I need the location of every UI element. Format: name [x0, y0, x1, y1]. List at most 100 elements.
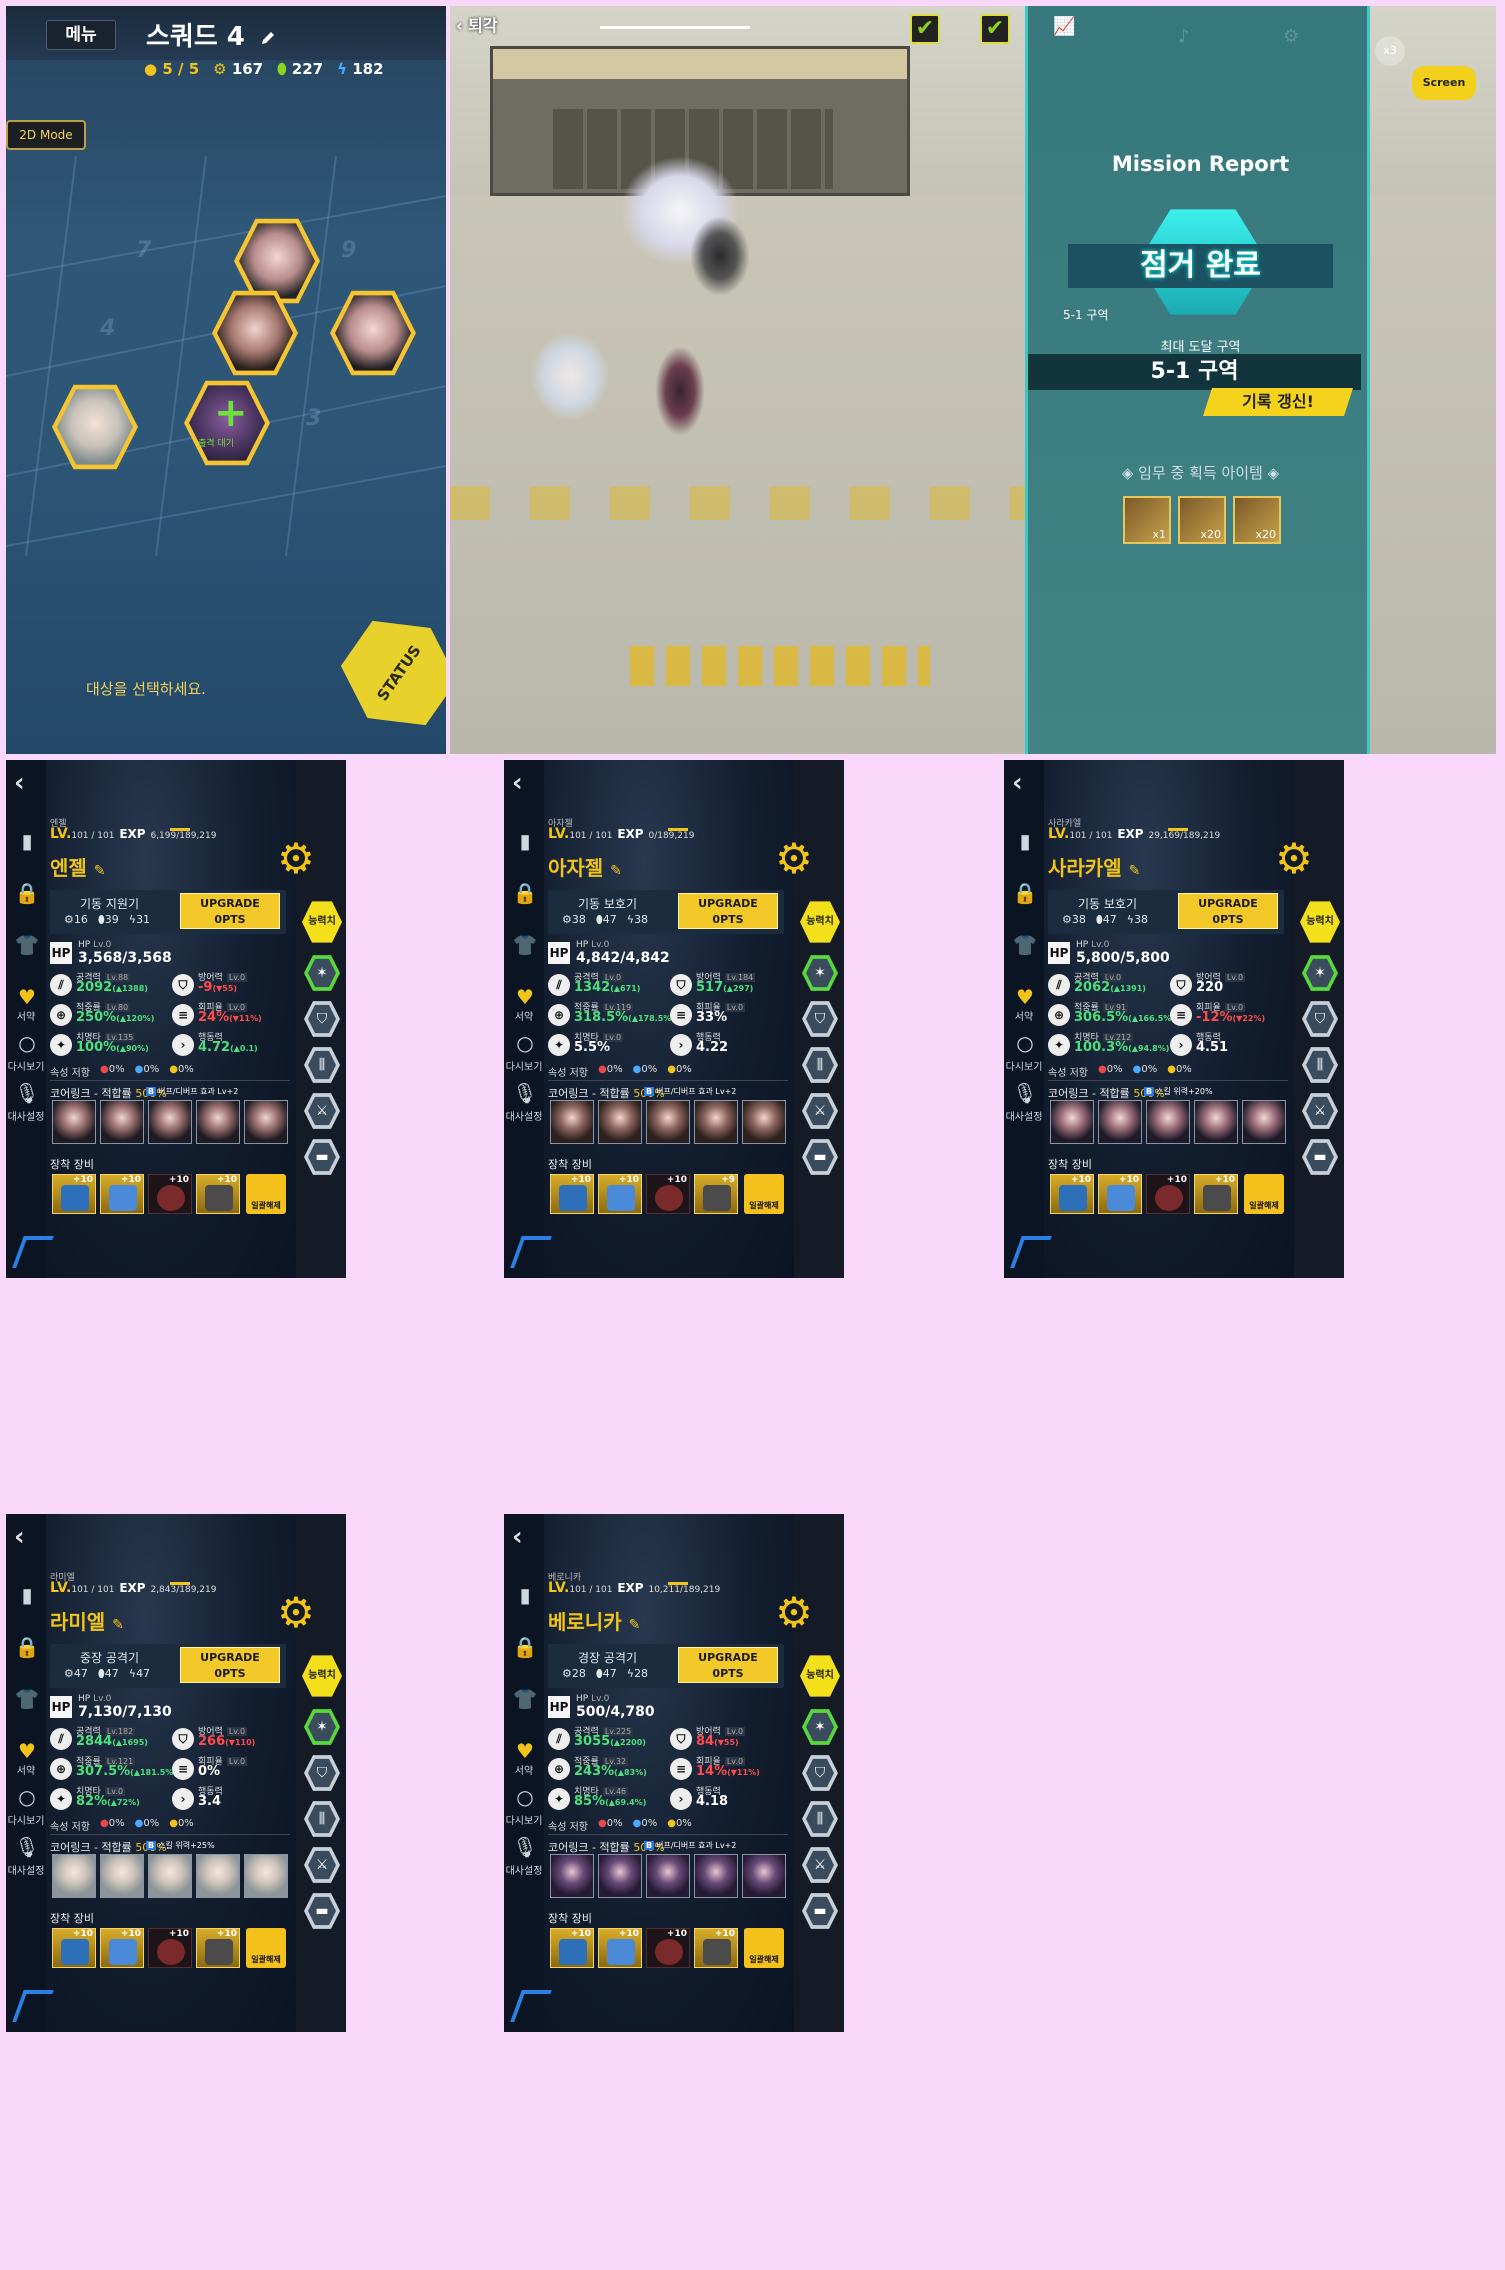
ring-icon[interactable]: ○ — [510, 1028, 540, 1058]
outfit-icon[interactable]: 👕 — [1010, 930, 1040, 960]
equipment-slot[interactable]: +10 — [1098, 1174, 1142, 1214]
outfit-icon[interactable]: 👕 — [12, 930, 42, 960]
lock-icon[interactable]: 🔒 — [12, 1632, 42, 1662]
equipment-slot[interactable]: +10 — [550, 1928, 594, 1968]
ally-unit[interactable] — [530, 331, 610, 421]
ring-icon[interactable]: ○ — [12, 1782, 42, 1812]
equipment-slot[interactable]: +10 — [598, 1174, 642, 1214]
loot-item[interactable]: x20 — [1178, 496, 1226, 544]
lock-icon[interactable]: 🔒 — [1010, 878, 1040, 908]
back-button[interactable]: ‹ — [512, 1522, 523, 1552]
ring-icon[interactable]: ○ — [510, 1782, 540, 1812]
corelink-portrait[interactable] — [694, 1100, 738, 1144]
corelink-portrait[interactable] — [148, 1854, 192, 1898]
speed-icon[interactable]: x3 — [1375, 36, 1405, 66]
corelink-portrait[interactable] — [742, 1854, 786, 1898]
equipment-slot[interactable]: +10 — [148, 1174, 192, 1214]
corelink-portrait[interactable] — [100, 1854, 144, 1898]
equipment-slot[interactable]: +10 — [196, 1174, 240, 1214]
edit-pencil-icon[interactable]: ✎ — [629, 1617, 641, 1633]
equipment-slot[interactable]: +10 — [52, 1174, 96, 1214]
ring-icon[interactable]: ○ — [12, 1028, 42, 1058]
equipment-slot[interactable]: +10 — [52, 1928, 96, 1968]
outfit-icon[interactable]: 👕 — [510, 1684, 540, 1714]
book-icon[interactable]: ▮ — [510, 826, 540, 856]
unequip-all-button[interactable]: 일괄해제 — [246, 1174, 286, 1214]
corelink-portrait[interactable] — [1050, 1100, 1094, 1144]
mic-icon[interactable]: 🎙 — [510, 1078, 540, 1108]
status-button[interactable]: STATUS — [322, 596, 446, 749]
character-name[interactable]: 라미엘 ✎ — [50, 1606, 124, 1635]
upgrade-button[interactable]: UPGRADE 0PTS — [180, 1647, 280, 1683]
upgrade-button[interactable]: UPGRADE 0PTS — [1178, 893, 1278, 929]
equipment-slot[interactable]: +10 — [196, 1928, 240, 1968]
book-icon[interactable]: ▮ — [12, 826, 42, 856]
lock-icon[interactable]: 🔒 — [510, 1632, 540, 1662]
unequip-all-button[interactable]: 일괄해제 — [744, 1174, 784, 1214]
equipment-slot[interactable]: +10 — [1146, 1174, 1190, 1214]
corelink-portrait[interactable] — [244, 1100, 288, 1144]
corelink-portrait[interactable] — [550, 1100, 594, 1144]
corelink-portrait[interactable] — [742, 1100, 786, 1144]
screen-button[interactable]: Screen — [1412, 66, 1476, 100]
squad-title[interactable]: 스쿼드 4 — [146, 16, 276, 53]
edit-pencil-icon[interactable]: ✎ — [112, 1617, 124, 1633]
upgrade-button[interactable]: UPGRADE 0PTS — [678, 893, 778, 929]
loot-item[interactable]: x1 — [1123, 496, 1171, 544]
corelink-portrait[interactable] — [1098, 1100, 1142, 1144]
menu-button[interactable]: 메뉴 — [46, 20, 116, 50]
unequip-all-button[interactable]: 일괄해제 — [1244, 1174, 1284, 1214]
book-icon[interactable]: ▮ — [510, 1580, 540, 1610]
outfit-icon[interactable]: 👕 — [510, 930, 540, 960]
outfit-icon[interactable]: 👕 — [12, 1684, 42, 1714]
equipment-slot[interactable]: +10 — [148, 1928, 192, 1968]
equipment-slot[interactable]: +10 — [1194, 1174, 1238, 1214]
unequip-all-button[interactable]: 일괄해제 — [246, 1928, 286, 1968]
equipment-slot[interactable]: +10 — [100, 1928, 144, 1968]
equipment-slot[interactable]: +10 — [646, 1174, 690, 1214]
equipment-slot[interactable]: +10 — [550, 1174, 594, 1214]
loot-item[interactable]: x20 — [1233, 496, 1281, 544]
corelink-portrait[interactable] — [694, 1854, 738, 1898]
ring-icon[interactable]: ○ — [1010, 1028, 1040, 1058]
equipment-slot[interactable]: +10 — [100, 1174, 144, 1214]
dark-winged-unit[interactable] — [690, 216, 750, 296]
edit-pencil-icon[interactable]: ✎ — [94, 863, 106, 879]
corelink-portrait[interactable] — [1194, 1100, 1238, 1144]
edit-pencil-icon[interactable] — [260, 30, 276, 46]
character-name[interactable]: 사라카엘 ✎ — [1048, 852, 1140, 881]
retreat-button[interactable]: ‹ 퇴각 — [456, 12, 498, 36]
character-name[interactable]: 베로니카 ✎ — [548, 1606, 640, 1635]
corelink-portrait[interactable] — [100, 1100, 144, 1144]
upgrade-button[interactable]: UPGRADE 0PTS — [678, 1647, 778, 1683]
speed-toggle-checkbox[interactable]: ✔ — [980, 14, 1010, 44]
book-icon[interactable]: ▮ — [1010, 826, 1040, 856]
corelink-portrait[interactable] — [1242, 1100, 1286, 1144]
corelink-portrait[interactable] — [598, 1100, 642, 1144]
book-icon[interactable]: ▮ — [12, 1580, 42, 1610]
equipment-slot[interactable]: +10 — [694, 1928, 738, 1968]
upgrade-button[interactable]: UPGRADE 0PTS — [180, 893, 280, 929]
equipment-slot[interactable]: +9 — [694, 1174, 738, 1214]
corelink-portrait[interactable] — [646, 1100, 690, 1144]
corelink-portrait[interactable] — [1146, 1100, 1190, 1144]
lock-icon[interactable]: 🔒 — [510, 878, 540, 908]
back-button[interactable]: ‹ — [512, 768, 523, 798]
corelink-portrait[interactable] — [148, 1100, 192, 1144]
back-button[interactable]: ‹ — [14, 768, 25, 798]
edit-pencil-icon[interactable]: ✎ — [610, 863, 622, 879]
corelink-portrait[interactable] — [646, 1854, 690, 1898]
mic-icon[interactable]: 🎙 — [12, 1832, 42, 1862]
corelink-portrait[interactable] — [598, 1854, 642, 1898]
corelink-portrait[interactable] — [52, 1854, 96, 1898]
edit-pencil-icon[interactable]: ✎ — [1129, 863, 1141, 879]
2d-mode-button[interactable]: 2D Mode — [6, 120, 86, 150]
corelink-portrait[interactable] — [196, 1854, 240, 1898]
back-button[interactable]: ‹ — [14, 1522, 25, 1552]
mic-icon[interactable]: 🎙 — [1010, 1078, 1040, 1108]
lock-icon[interactable]: 🔒 — [12, 878, 42, 908]
corelink-portrait[interactable] — [52, 1100, 96, 1144]
ally-unit[interactable] — [655, 346, 705, 436]
mic-icon[interactable]: 🎙 — [12, 1078, 42, 1108]
corelink-portrait[interactable] — [244, 1854, 288, 1898]
